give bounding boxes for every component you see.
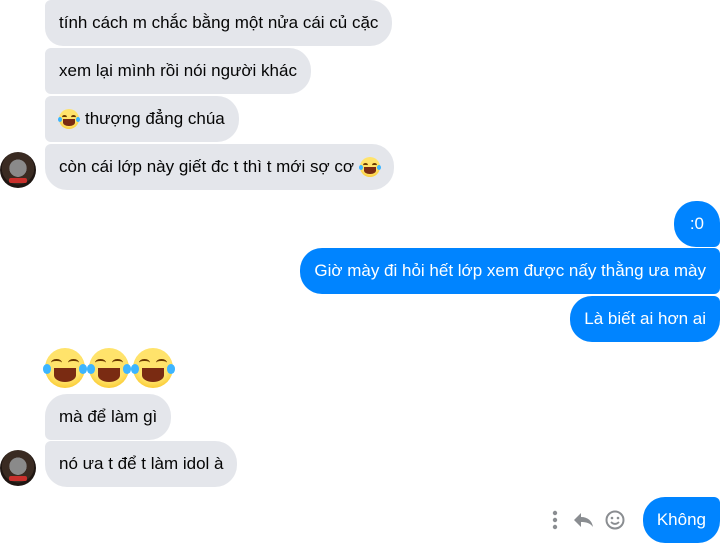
- incoming-message[interactable]: tính cách m chắc bằng một nửa cái củ cặc: [45, 0, 393, 46]
- message-text: thượng đẳng chúa: [85, 109, 225, 128]
- reply-arrow-icon[interactable]: [572, 509, 594, 531]
- message-text: xem lại mình rồi nói người khác: [59, 61, 297, 80]
- tears-of-joy-icon: [42, 348, 88, 388]
- outgoing-message[interactable]: :0: [673, 201, 720, 247]
- incoming-message[interactable]: mà để làm gì: [45, 394, 172, 440]
- avatar[interactable]: [0, 152, 36, 188]
- smiley-icon[interactable]: [604, 509, 626, 531]
- message-text: :0: [689, 214, 704, 233]
- message-text: Là biết ai hơn ai: [584, 309, 706, 328]
- tears-of-joy-icon: [86, 348, 132, 388]
- incoming-message[interactable]: thượng đẳng chúa: [45, 96, 239, 142]
- tears-of-joy-icon: [130, 348, 176, 388]
- avatar[interactable]: [0, 450, 36, 486]
- message-text: tính cách m chắc bằng một nửa cái củ cặc: [59, 13, 379, 32]
- incoming-message[interactable]: xem lại mình rồi nói người khác: [45, 48, 311, 94]
- incoming-message[interactable]: nó ưa t để t làm idol à: [45, 441, 238, 487]
- tears-of-joy-icon: [358, 157, 382, 177]
- incoming-message[interactable]: còn cái lớp này giết đc t thì t mới sợ c…: [45, 144, 394, 190]
- outgoing-message[interactable]: Là biết ai hơn ai: [570, 296, 720, 342]
- tears-of-joy-icon: [57, 109, 81, 129]
- message-text: Giờ mày đi hỏi hết lớp xem được nấy thằn…: [314, 261, 706, 280]
- outgoing-message[interactable]: Giờ mày đi hỏi hết lớp xem được nấy thằn…: [300, 248, 720, 294]
- message-text: nó ưa t để t làm idol à: [59, 454, 224, 473]
- emoji-message[interactable]: [42, 348, 176, 388]
- message-text: còn cái lớp này giết đc t thì t mới sợ c…: [59, 157, 354, 176]
- vertical-ellipsis-icon[interactable]: [544, 509, 566, 531]
- message-text: Không: [656, 510, 706, 529]
- outgoing-message[interactable]: Không: [642, 497, 720, 543]
- message-text: mà để làm gì: [59, 407, 158, 426]
